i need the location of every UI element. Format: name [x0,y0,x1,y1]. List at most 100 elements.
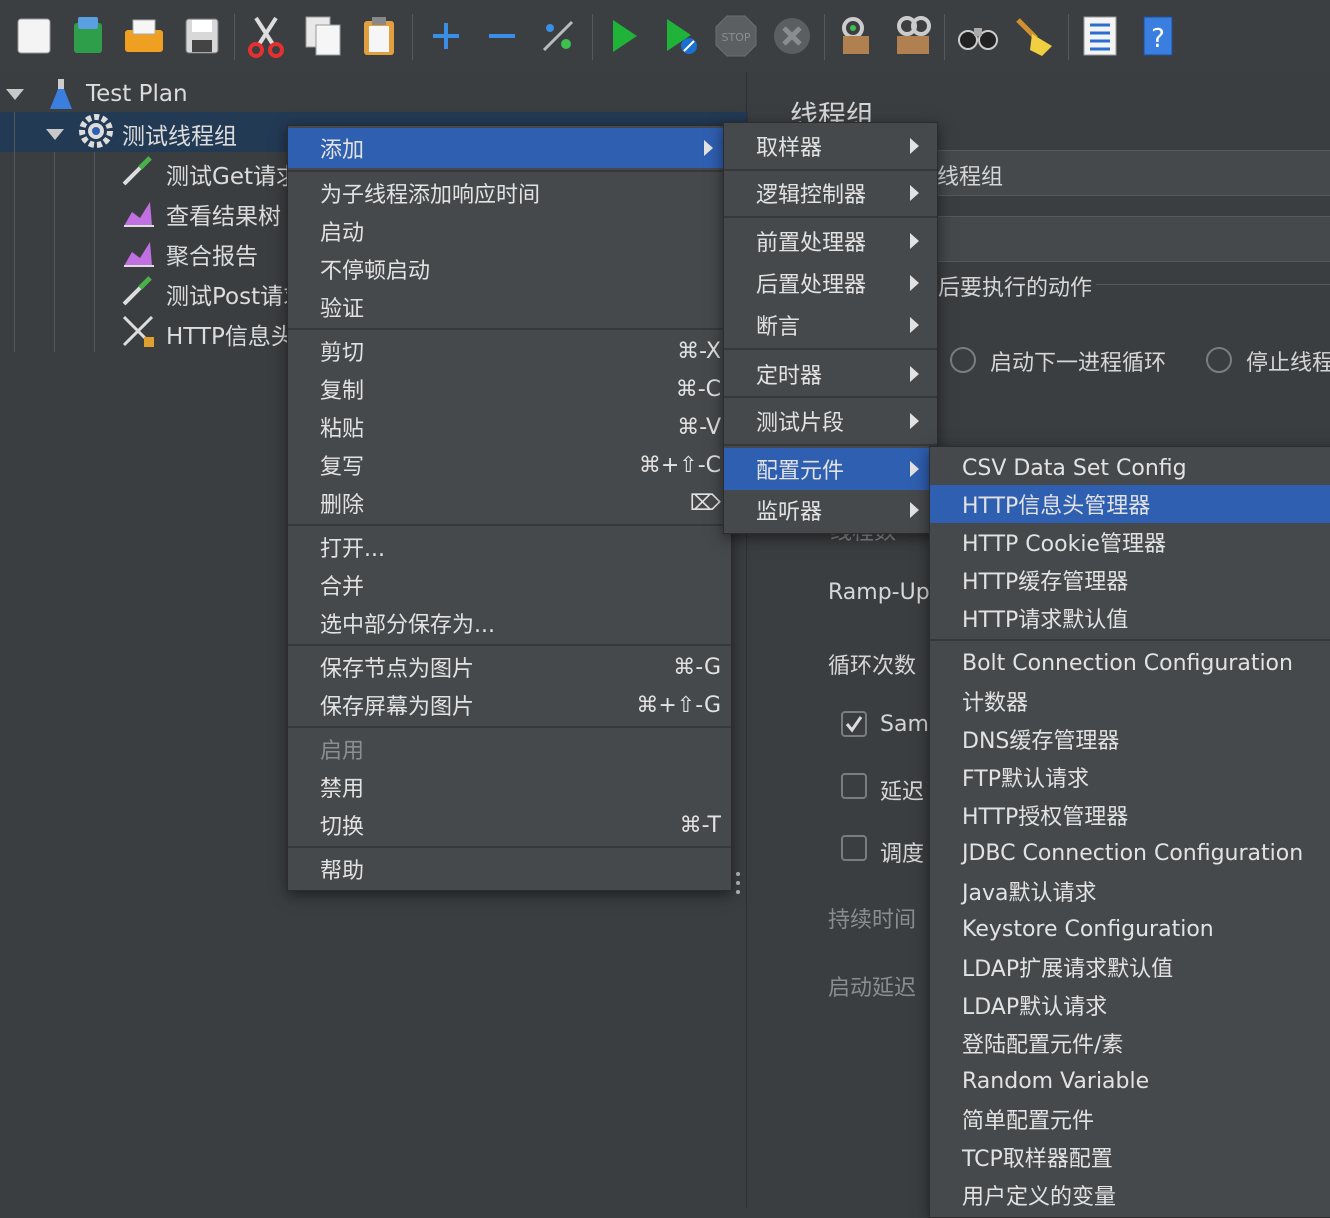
help-icon[interactable]: ? [1136,12,1180,60]
scheduler-label: 调度 [880,842,925,867]
start-icon[interactable] [602,12,646,60]
delay-checkbox[interactable] [841,773,867,799]
sampler-icon [120,274,156,314]
loop-count-label: 循环次数 [828,654,917,679]
submenu-arrow-icon [910,366,919,382]
config-item-simple-config[interactable]: 简单配置元件 [930,1100,1330,1138]
templates-icon[interactable] [66,12,110,60]
same-user-label: Sam [880,712,929,737]
submenu-item-post-processor[interactable]: 后置处理器 [724,264,937,302]
submenu-item-timer[interactable]: 定时器 [724,355,937,393]
menu-item-save-node-image[interactable]: 保存节点为图片 ⌘-G [288,648,731,686]
reset-search-icon[interactable] [1012,12,1056,60]
menu-item-copy[interactable]: 复制 ⌘-C [288,370,731,408]
save-icon[interactable] [180,12,224,60]
menu-item-start[interactable]: 启动 [288,212,731,250]
menu-item-toggle[interactable]: 切换 ⌘-T [288,806,731,844]
stop-icon[interactable]: STOP [714,12,758,60]
tree-node-post-request[interactable]: 测试Post请求 [120,274,306,314]
config-item-counter[interactable]: 计数器 [930,682,1330,720]
menu-item-add[interactable]: 添加 [288,128,731,168]
new-icon[interactable] [12,12,56,60]
config-item-http-header-manager[interactable]: HTTP信息头管理器 [930,485,1330,523]
menu-item-duplicate[interactable]: 复写 ⌘+⇧-C [288,446,731,484]
comments-field[interactable] [908,216,1330,262]
submenu-item-listener[interactable]: 监听器 [724,491,937,529]
config-item-user-defined-variables[interactable]: 用户定义的变量 [930,1176,1330,1214]
collapse-icon[interactable] [480,12,524,60]
menu-item-merge[interactable]: 合并 [288,566,731,604]
radio-next-loop[interactable] [950,347,976,373]
submenu-item-logic-controller[interactable]: 逻辑控制器 [724,174,937,212]
config-item-ldap-extended-defaults[interactable]: LDAP扩展请求默认值 [930,948,1330,986]
menu-item-paste[interactable]: 粘贴 ⌘-V [288,408,731,446]
tree-label: 测试线程组 [122,124,237,150]
config-item-java-defaults[interactable]: Java默认请求 [930,872,1330,910]
scheduler-checkbox[interactable] [841,835,867,861]
config-item-ldap-defaults[interactable]: LDAP默认请求 [930,986,1330,1024]
name-field[interactable]: 线程组 [908,150,1330,196]
config-item-ftp-defaults[interactable]: FTP默认请求 [930,758,1330,796]
menu-item-save-selection-as[interactable]: 选中部分保存为... [288,604,731,642]
config-item-csv-data-set[interactable]: CSV Data Set Config [930,449,1330,487]
config-item-http-request-defaults[interactable]: HTTP请求默认值 [930,599,1330,637]
same-user-checkbox[interactable] [841,711,867,737]
add-submenu: 取样器 逻辑控制器 前置处理器 后置处理器 断言 定时器 测试片段 配置元件 监… [723,122,938,534]
start-no-pause-icon[interactable] [658,12,702,60]
clear-icon[interactable] [834,12,878,60]
tree-label: 查看结果树 [166,204,281,230]
menu-item-enable: 启用 [320,739,365,764]
expand-icon[interactable] [424,12,468,60]
menu-item-disable[interactable]: 禁用 [288,768,731,806]
tree-node-thread-group[interactable]: 测试线程组 [46,114,237,154]
menu-item-start-no-pause[interactable]: 不停顿启动 [288,250,731,288]
submenu-item-sampler[interactable]: 取样器 [724,127,937,165]
config-item-http-cookie-manager[interactable]: HTTP Cookie管理器 [930,523,1330,561]
listener-icon [120,194,156,234]
menu-item-delete[interactable]: 删除 ⌦ [288,484,731,522]
config-item-jdbc-connection[interactable]: JDBC Connection Configuration [930,834,1330,872]
tree-node-test-plan[interactable]: Test Plan [6,74,188,114]
menu-item-open[interactable]: 打开... [288,528,731,566]
config-item-http-auth-manager[interactable]: HTTP授权管理器 [930,796,1330,834]
paste-icon[interactable] [358,12,402,60]
radio-stop-thread[interactable] [1206,347,1232,373]
config-item-random-variable[interactable]: Random Variable [930,1062,1330,1100]
cut-icon[interactable] [244,12,288,60]
submenu-arrow-icon [910,317,919,333]
config-item-http-cache-manager[interactable]: HTTP缓存管理器 [930,561,1330,599]
menu-item-add-response-time[interactable]: 为子线程添加响应时间 [288,174,731,212]
config-item-bolt-connection[interactable]: Bolt Connection Configuration [930,644,1330,682]
toggle-icon[interactable] [536,12,580,60]
tree-node-get-request[interactable]: 测试Get请求 [120,154,299,194]
search-icon[interactable] [956,12,1000,60]
clear-all-icon[interactable] [890,12,934,60]
submenu-item-pre-processor[interactable]: 前置处理器 [724,222,937,260]
tree-label: 测试Post请求 [166,284,307,310]
copy-icon[interactable] [302,12,346,60]
submenu-item-assertion[interactable]: 断言 [724,306,937,344]
menu-item-cut[interactable]: 剪切 ⌘-X [288,332,731,370]
menu-item-save-screen-image[interactable]: 保存屏幕为图片 ⌘+⇧-G [288,686,731,724]
submenu-item-test-fragment[interactable]: 测试片段 [724,402,937,440]
shutdown-icon[interactable] [770,12,814,60]
svg-text:?: ? [1151,24,1165,54]
menu-item-validate[interactable]: 验证 [288,288,731,326]
config-item-login-config[interactable]: 登陆配置元件/素 [930,1024,1330,1062]
menu-item-help[interactable]: 帮助 [288,850,731,888]
expand-arrow-icon[interactable] [46,128,64,140]
config-item-tcp-sampler-config[interactable]: TCP取样器配置 [930,1138,1330,1176]
open-icon[interactable] [122,12,166,60]
submenu-arrow-icon [910,413,919,429]
submenu-arrow-icon [704,140,713,156]
submenu-item-config-element[interactable]: 配置元件 [724,448,937,490]
config-item-dns-cache-manager[interactable]: DNS缓存管理器 [930,720,1330,758]
function-helper-icon[interactable] [1078,12,1122,60]
sampler-icon [120,154,156,194]
submenu-arrow-icon [910,233,919,249]
expand-arrow-icon[interactable] [6,88,24,100]
tree-node-view-results[interactable]: 查看结果树 [120,194,281,234]
ramp-up-label: Ramp-Up [828,580,930,605]
tree-node-aggregate-report[interactable]: 聚合报告 [120,234,258,274]
config-item-keystore-configuration[interactable]: Keystore Configuration [930,910,1330,948]
